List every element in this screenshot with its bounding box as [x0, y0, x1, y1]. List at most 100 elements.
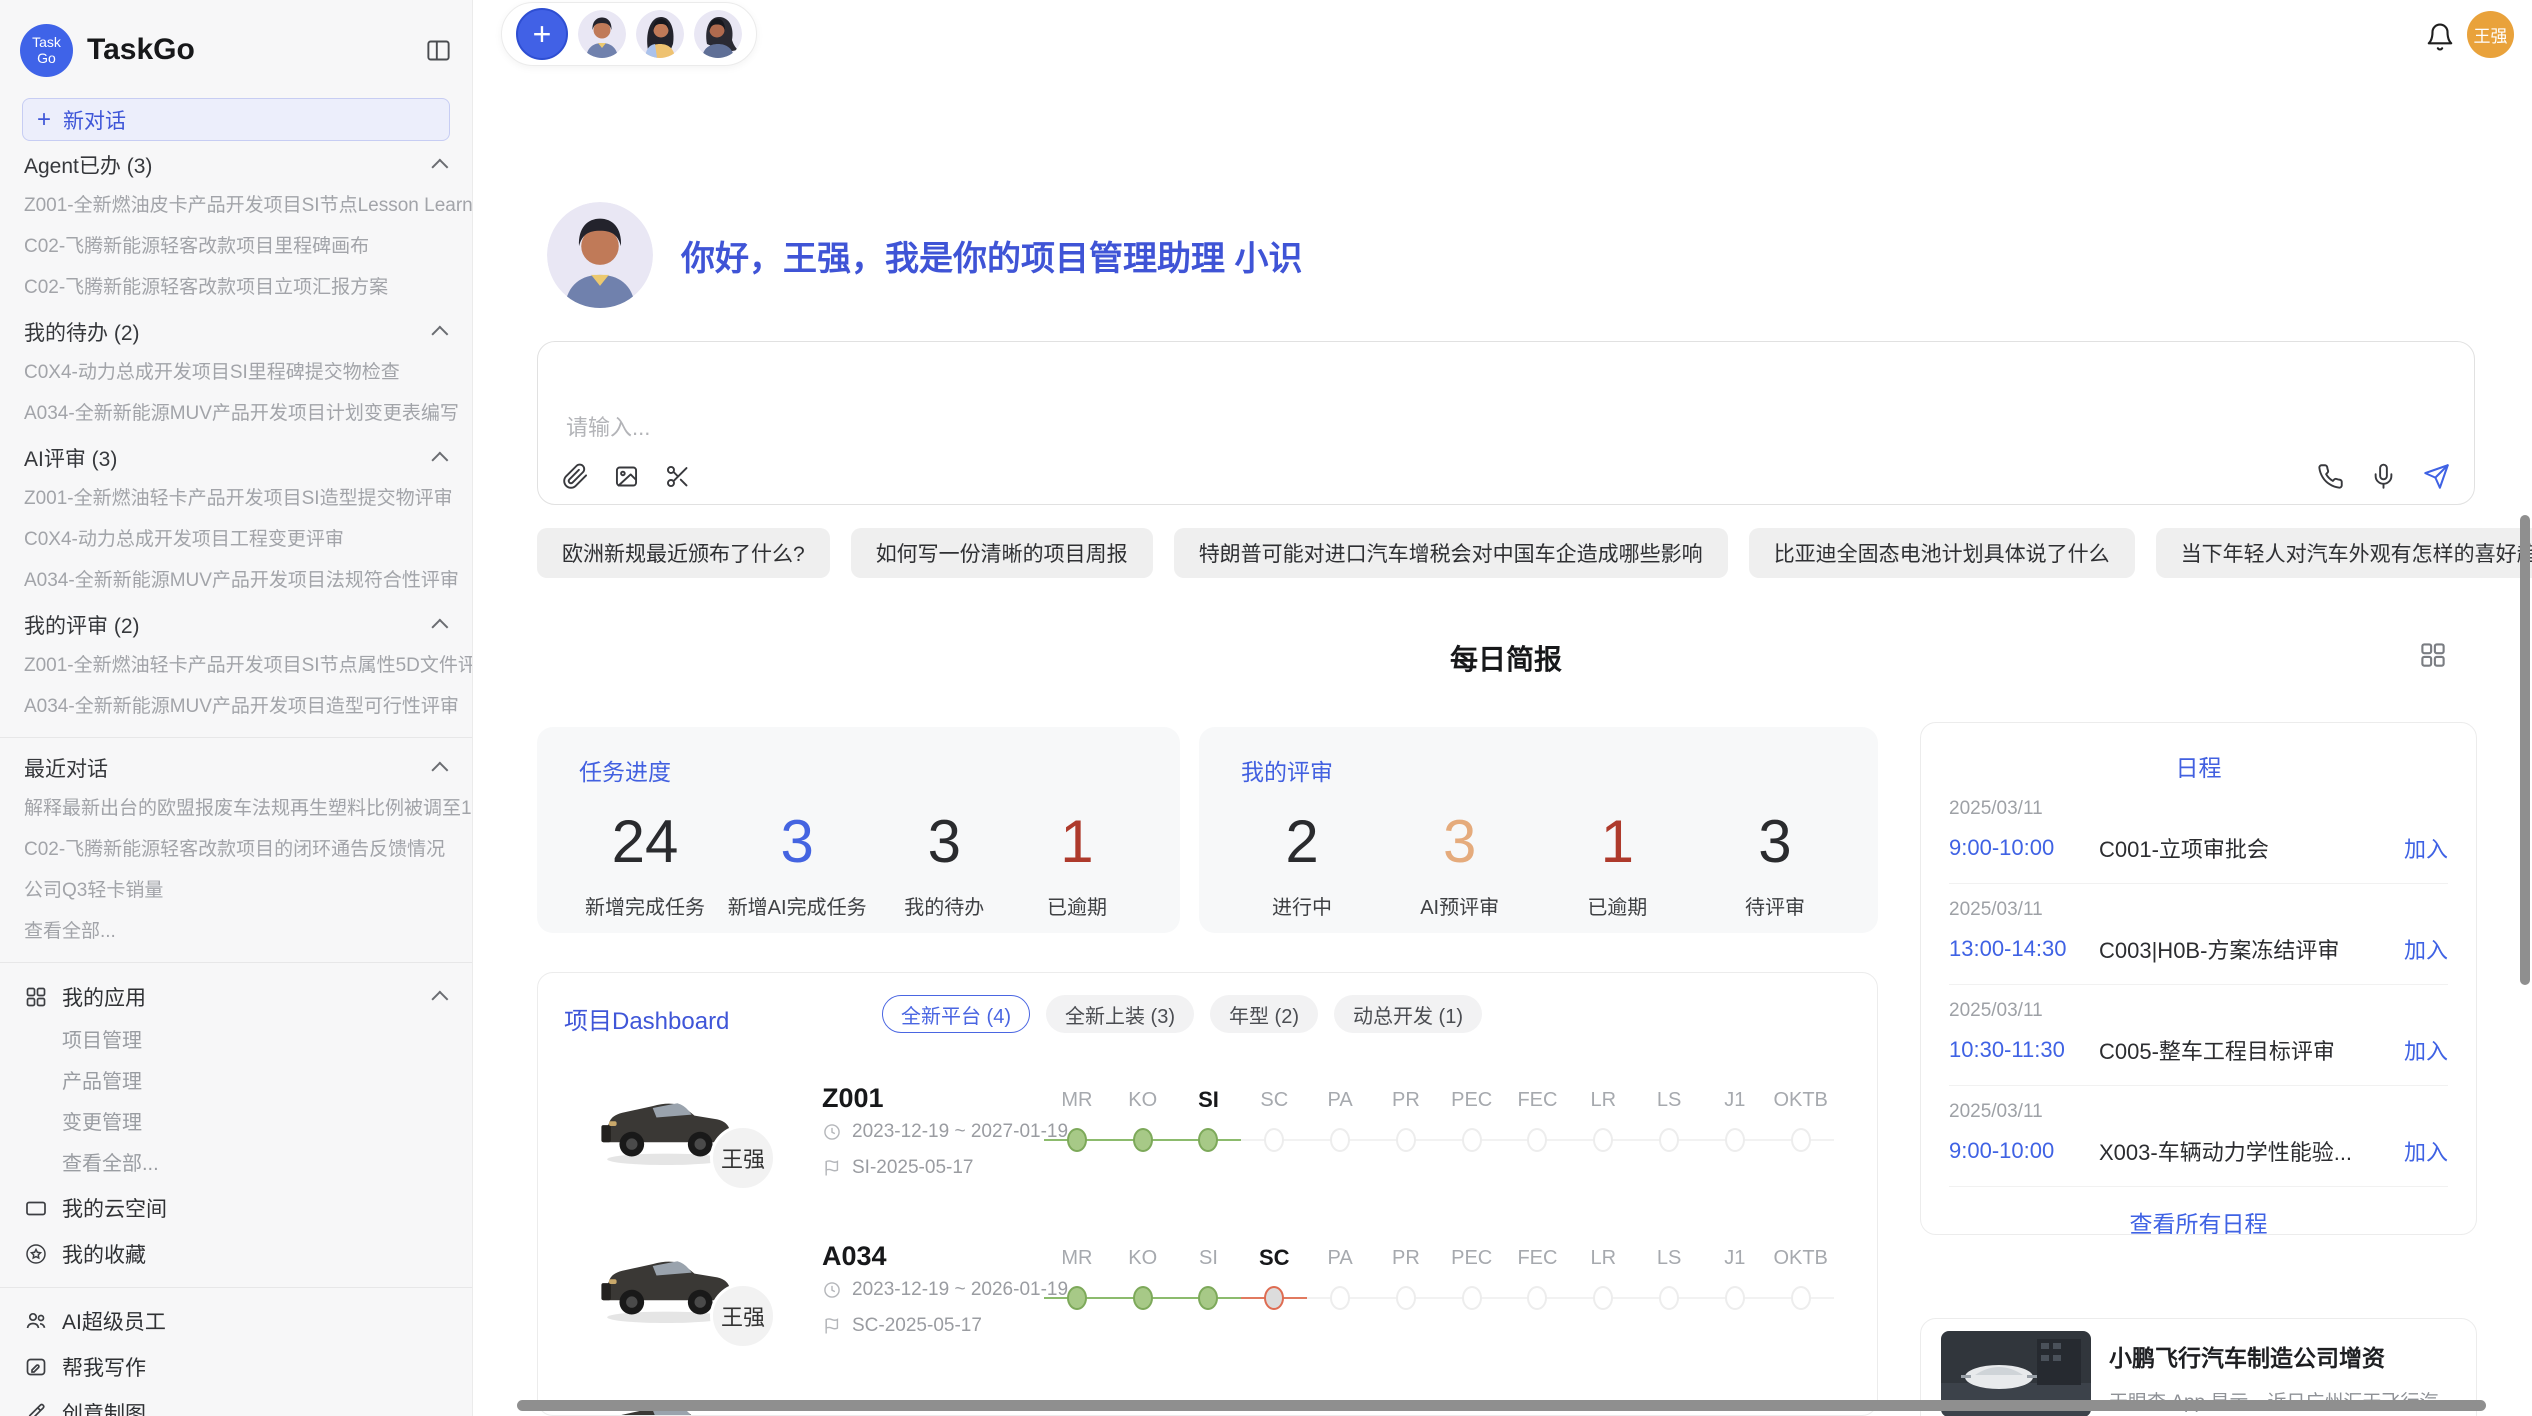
my-favorites[interactable]: 我的收藏: [0, 1231, 472, 1277]
creative-drawing[interactable]: 创意制图: [0, 1390, 472, 1416]
view-all-apps[interactable]: 查看全部...: [0, 1144, 472, 1185]
cloud-drive-icon: [24, 1196, 48, 1220]
add-member-button[interactable]: +: [516, 8, 568, 60]
my-cloud-label: 我的云空间: [62, 1193, 167, 1223]
member-avatar[interactable]: [578, 10, 626, 58]
sidebar-item[interactable]: C0X4-动力总成开发项目工程变更评审: [0, 519, 472, 560]
suggestion-chip[interactable]: 欧洲新规最近颁布了什么?: [537, 528, 830, 578]
chevron-up-icon[interactable]: [431, 619, 448, 636]
join-link[interactable]: 加入: [2404, 1034, 2448, 1066]
app-item-change-mgmt[interactable]: 变更管理: [0, 1103, 472, 1144]
sidebar-item[interactable]: C02-飞腾新能源轻客改款项目里程碑画布: [0, 226, 472, 267]
section-agent-done[interactable]: Agent已办 (3): [0, 145, 472, 185]
milestone: PR: [1373, 1231, 1439, 1341]
chevron-up-icon[interactable]: [431, 159, 448, 176]
task-progress-card: 任务进度 24 新增完成任务 3 新增AI完成任务 3 我的待办: [537, 727, 1180, 933]
suggestion-chip[interactable]: 如何写一份清晰的项目周报: [851, 528, 1153, 578]
section-my-todo[interactable]: 我的待办 (2): [0, 312, 472, 352]
milestone: SC: [1241, 1231, 1307, 1341]
join-link[interactable]: 加入: [2404, 832, 2448, 864]
recent-chat-item[interactable]: 公司Q3轻卡销量: [0, 870, 472, 911]
brief-left-column: 任务进度 24 新增完成任务 3 新增AI完成任务 3 我的待办: [537, 727, 1878, 1416]
chevron-up-icon[interactable]: [431, 452, 448, 469]
join-link[interactable]: 加入: [2404, 933, 2448, 965]
project-dates-text: 2023-12-19 ~ 2027-01-19: [852, 1121, 1068, 1143]
join-link[interactable]: 加入: [2404, 1135, 2448, 1167]
horizontal-scrollbar[interactable]: [517, 1400, 2486, 1411]
notification-bell-icon[interactable]: [2425, 22, 2455, 52]
chevron-up-icon[interactable]: [431, 762, 448, 779]
sidebar-item[interactable]: Z001-全新燃油皮卡产品开发项目SI节点Lesson Learn报告: [0, 185, 472, 226]
app-item-project-mgmt[interactable]: 项目管理: [0, 1021, 472, 1062]
suggestion-chip[interactable]: 比亚迪全固态电池计划具体说了什么: [1749, 528, 2135, 578]
milestone-dot: [1330, 1286, 1350, 1310]
member-avatar[interactable]: [636, 10, 684, 58]
member-avatar[interactable]: [694, 10, 742, 58]
view-all-chats[interactable]: 查看全部...: [0, 911, 472, 952]
help-me-write[interactable]: 帮我写作: [0, 1344, 472, 1390]
sidebar-item[interactable]: Z001-全新燃油轻卡产品开发项目SI节点属性5D文件评审: [0, 645, 472, 686]
sidebar-item[interactable]: A034-全新新能源MUV产品开发项目法规符合性评审: [0, 560, 472, 601]
section-ai-review[interactable]: AI评审 (3): [0, 438, 472, 478]
send-icon[interactable]: [2423, 463, 2450, 490]
composer-right-tools: [2317, 463, 2450, 490]
my-cloud-space[interactable]: 我的云空间: [0, 1185, 472, 1231]
stat-label: 已逾期: [1562, 891, 1672, 920]
milestone-dot: [1462, 1128, 1482, 1152]
schedule-time: 10:30-11:30: [1949, 1037, 2099, 1063]
app-item-product-mgmt[interactable]: 产品管理: [0, 1062, 472, 1103]
divider: [0, 962, 472, 963]
tab-powertrain[interactable]: 动总开发 (1): [1334, 995, 1482, 1033]
user-avatar[interactable]: 王强: [2467, 11, 2514, 58]
stat-label: 进行中: [1247, 891, 1357, 920]
milestone-label: OKTB: [1768, 1089, 1834, 1112]
project-flag: SC-2025-05-17: [822, 1315, 982, 1337]
project-row[interactable]: 王强 Z001 2023-12-19 ~ 2027-01-19 SI-2025-: [538, 1073, 1877, 1233]
recent-chat-item[interactable]: C02-飞腾新能源轻客改款项目的闭环通告反馈情况: [0, 829, 472, 870]
milestone-label: LR: [1570, 1089, 1636, 1112]
sidebar-collapse-icon[interactable]: [425, 37, 452, 64]
sidebar-item[interactable]: Z001-全新燃油轻卡产品开发项目SI造型提交物评审: [0, 478, 472, 519]
phone-icon[interactable]: [2317, 463, 2344, 490]
layout-grid-icon[interactable]: [2418, 640, 2448, 670]
suggestion-chip[interactable]: 当下年轻人对汽车外观有怎样的喜好趋势: [2156, 528, 2532, 578]
tab-model-year[interactable]: 年型 (2): [1210, 995, 1318, 1033]
attachment-icon[interactable]: [562, 463, 589, 490]
stat-value: 3: [889, 809, 999, 875]
chevron-up-icon[interactable]: [431, 326, 448, 343]
vertical-scrollbar[interactable]: [2520, 515, 2530, 985]
tab-new-body[interactable]: 全新上装 (3): [1046, 995, 1194, 1033]
sidebar-item[interactable]: C0X4-动力总成开发项目SI里程碑提交物检查: [0, 352, 472, 393]
greeting-text: 你好，王强，我是你的项目管理助理 小识: [681, 231, 1302, 280]
scissors-icon[interactable]: [664, 463, 691, 490]
section-title: 我的评审 (2): [24, 610, 140, 640]
milestone: OKTB: [1768, 1073, 1834, 1183]
section-my-review[interactable]: 我的评审 (2): [0, 605, 472, 645]
milestone: SI: [1176, 1231, 1242, 1341]
sidebar-item[interactable]: A034-全新新能源MUV产品开发项目计划变更表编写: [0, 393, 472, 434]
tab-new-platform[interactable]: 全新平台 (4): [882, 995, 1030, 1033]
project-dates: 2023-12-19 ~ 2026-01-19: [822, 1279, 1068, 1301]
stat: 3 AI预评审: [1405, 809, 1515, 920]
news-title: 小鹏飞行汽车制造公司增资: [2109, 1339, 2454, 1373]
view-all-schedule[interactable]: 查看所有日程: [1949, 1187, 2448, 1235]
sidebar-item[interactable]: A034-全新新能源MUV产品开发项目造型可行性评审: [0, 686, 472, 727]
new-chat-button[interactable]: + 新对话: [22, 98, 450, 141]
section-recent-chats[interactable]: 最近对话: [0, 748, 472, 788]
my-apps-header[interactable]: 我的应用: [0, 973, 472, 1021]
owner-name: 王强: [721, 1142, 765, 1174]
microphone-icon[interactable]: [2370, 463, 2397, 490]
stat-value: 2: [1247, 809, 1357, 875]
ai-super-staff-label: AI超级员工: [62, 1306, 166, 1336]
recent-chat-item[interactable]: 解释最新出台的欧盟报废车法规再生塑料比例被调至15%...: [0, 788, 472, 829]
milestone-dot: [1593, 1128, 1613, 1152]
milestone-dot: [1659, 1128, 1679, 1152]
image-icon[interactable]: [613, 463, 640, 490]
ai-super-staff[interactable]: AI超级员工: [0, 1298, 472, 1344]
project-row[interactable]: 王强 A034 2023-12-19 ~ 2026-01-19 SC-2025-: [538, 1231, 1877, 1391]
stat-value: 3: [1405, 809, 1515, 875]
chat-composer[interactable]: 请输入...: [537, 341, 2475, 505]
sidebar-item[interactable]: C02-飞腾新能源轻客改款项目立项汇报方案: [0, 267, 472, 308]
suggestion-chip[interactable]: 特朗普可能对进口汽车增税会对中国车企造成哪些影响: [1174, 528, 1728, 578]
chevron-up-icon[interactable]: [431, 991, 448, 1008]
